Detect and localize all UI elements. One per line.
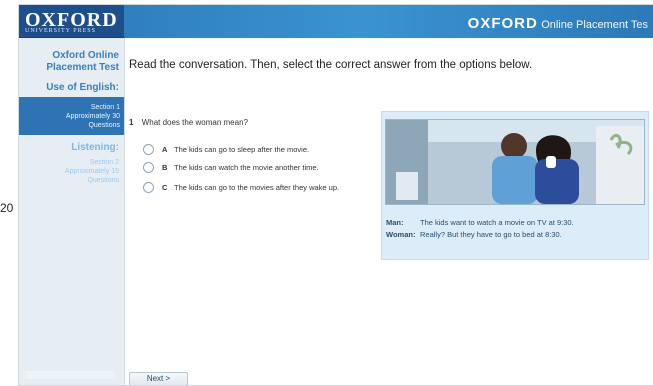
instruction-text: Read the conversation. Then, select the … xyxy=(129,59,533,71)
radio-button[interactable] xyxy=(143,162,154,173)
option-letter: B xyxy=(162,163,168,172)
top-header: OXFORD Online Placement Tes xyxy=(124,5,653,38)
main-content: Read the conversation. Then, select the … xyxy=(129,38,653,385)
speaker-label: Woman: xyxy=(386,230,416,239)
option-letter: C xyxy=(162,183,168,192)
oxford-brand-block: OXFORD UNIVERSITY PRESS xyxy=(19,5,124,38)
sidebar-item-line3: Questions xyxy=(88,122,120,129)
speaker-label: Man: xyxy=(386,218,404,227)
sidebar-footer xyxy=(25,371,115,379)
left-margin-number: 20 xyxy=(0,201,14,215)
option-text: The kids can watch the movie another tim… xyxy=(174,163,319,172)
answer-option-a[interactable]: A The kids can go to sleep after the mov… xyxy=(143,144,364,155)
screen-capture: OXFORD UNIVERSITY PRESS OXFORD Online Pl… xyxy=(18,4,653,386)
sidebar-listening-description: Section 2 Approximately 15 Questions xyxy=(25,158,119,185)
listening-line2: Approximately 15 xyxy=(64,168,119,175)
sidebar-title: Oxford Online Placement Test xyxy=(46,50,119,73)
dialog-row-man: Man: The kids want to watch a movie on T… xyxy=(386,217,641,229)
question: 1 What does the woman mean? xyxy=(129,118,248,127)
speaker-line: The kids want to watch a movie on TV at … xyxy=(420,218,574,227)
answer-option-b[interactable]: B The kids can watch the movie another t… xyxy=(143,162,364,173)
conversation-card: Man: The kids want to watch a movie on T… xyxy=(381,111,649,260)
sidebar-item-line2: Approximately 30 xyxy=(65,113,120,120)
question-number: 1 xyxy=(129,118,134,127)
question-text: What does the woman mean? xyxy=(141,118,248,127)
conversation-photo xyxy=(385,119,645,205)
sidebar-item-use-of-english-section[interactable]: Section 1 Approximately 30 Questions xyxy=(19,97,124,135)
answer-option-c[interactable]: C The kids can go to the movies after th… xyxy=(143,182,364,193)
conversation-lines: Man: The kids want to watch a movie on T… xyxy=(386,217,641,241)
radio-button[interactable] xyxy=(143,182,154,193)
listening-line3: Questions xyxy=(87,177,119,184)
speaker-line: Really? But they have to go to bed at 8:… xyxy=(420,230,562,239)
header-brand: OXFORD xyxy=(467,15,538,32)
option-letter: A xyxy=(162,145,168,154)
listening-line1: Section 2 xyxy=(89,159,119,166)
dialog-row-woman: Woman: Really? But they have to go to be… xyxy=(386,229,641,241)
sidebar-section-listening[interactable]: Listening: xyxy=(25,142,119,153)
brand-subtitle: UNIVERSITY PRESS xyxy=(25,28,96,34)
option-text: The kids can go to sleep after the movie… xyxy=(174,145,310,154)
option-text: The kids can go to the movies after they… xyxy=(174,183,340,192)
sidebar-item-line1: Section 1 xyxy=(90,104,120,111)
sidebar: Oxford Online Placement Test Use of Engl… xyxy=(19,38,125,385)
header-app-title: OXFORD Online Placement Tes xyxy=(468,15,648,32)
sidebar-section-use-of-english[interactable]: Use of English: xyxy=(25,82,119,93)
header-app-name: Online Placement Tes xyxy=(541,19,648,31)
radio-button[interactable] xyxy=(143,144,154,155)
